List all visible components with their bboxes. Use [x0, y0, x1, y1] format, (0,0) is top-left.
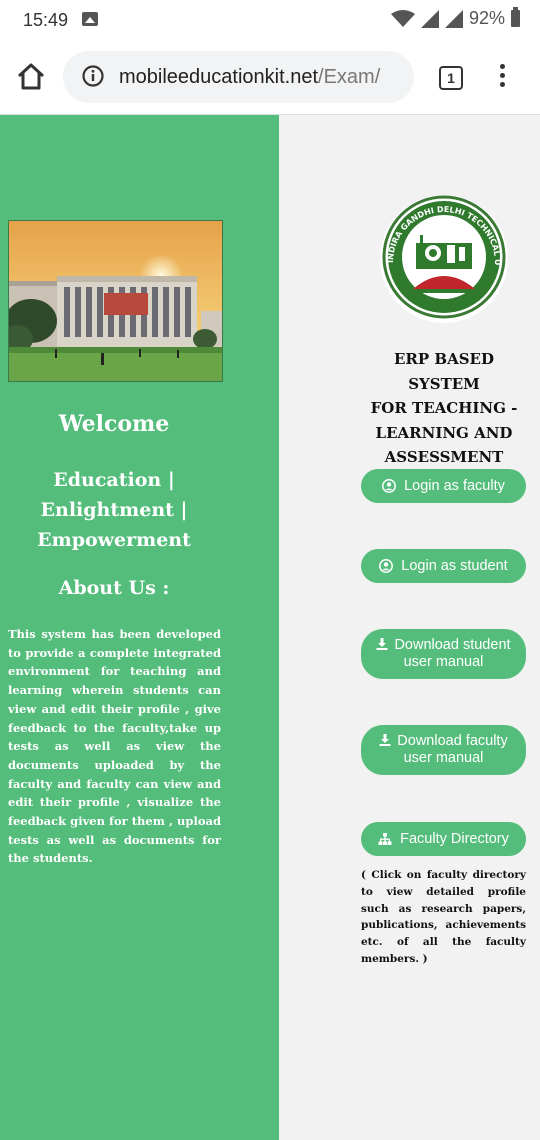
- title-line: LEARNING AND: [375, 423, 513, 442]
- browser-toolbar: mobileeducationkit.net/Exam/ 1: [0, 42, 540, 115]
- download-icon: [376, 638, 388, 650]
- download-student-label-wrap: Download student user manual: [371, 637, 516, 671]
- title-line: FOR TEACHING -: [370, 399, 518, 417]
- motto-line: Empowerment: [37, 529, 191, 551]
- about-us-text: This system has been developed to provid…: [8, 627, 221, 866]
- about-us-heading: About Us :: [58, 577, 170, 599]
- download-student-label: Download student user manual: [394, 637, 511, 670]
- faculty-directory-label: Faculty Directory: [400, 830, 509, 847]
- welcome-heading: Welcome: [58, 411, 170, 437]
- motto: Education | Enlightment | Empowerment: [0, 465, 228, 555]
- faculty-directory-button[interactable]: Faculty Directory: [361, 822, 526, 856]
- tab-switcher-icon[interactable]: 1: [439, 66, 463, 90]
- wifi-icon: [390, 9, 415, 27]
- download-faculty-label-wrap: Download faculty user manual: [371, 733, 516, 767]
- motto-line: Education |: [53, 469, 175, 491]
- login-student-button[interactable]: Login as student: [361, 549, 526, 583]
- login-faculty-button[interactable]: Login as faculty: [361, 469, 526, 503]
- signal-icon: [444, 9, 463, 28]
- url-text: mobileeducationkit.net/Exam/: [119, 66, 380, 89]
- battery-icon: [511, 7, 520, 27]
- status-time: 15:49: [23, 10, 69, 30]
- url-host: mobileeducationkit.net: [119, 66, 319, 88]
- user-circle-icon: [379, 559, 394, 573]
- status-right: 92%: [390, 7, 520, 29]
- image-icon: [82, 12, 98, 26]
- url-path: /Exam/: [318, 66, 381, 88]
- system-title: ERP BASED SYSTEM FOR TEACHING - LEARNING…: [359, 347, 529, 470]
- motto-line: Enlightment |: [40, 499, 188, 521]
- info-icon[interactable]: [82, 65, 104, 87]
- university-logo: INDIRA GANDHI DELHI TECHNICAL UNIVERSITY…: [373, 193, 508, 323]
- faculty-directory-note: ( Click on faculty directory to view det…: [361, 869, 526, 965]
- campus-building-image: [8, 220, 223, 382]
- download-icon: [379, 734, 391, 746]
- user-circle-icon: [382, 479, 397, 493]
- login-faculty-label: Login as faculty: [404, 477, 505, 494]
- title-line: ERP BASED SYSTEM: [394, 350, 494, 393]
- address-bar[interactable]: mobileeducationkit.net/Exam/: [63, 51, 414, 103]
- status-bar: 15:49 92%: [0, 0, 540, 42]
- sitemap-icon: [378, 833, 392, 845]
- left-panel: Welcome Education | Enlightment | Empowe…: [0, 115, 279, 1140]
- right-panel: INDIRA GANDHI DELHI TECHNICAL UNIVERSITY…: [279, 115, 540, 1140]
- home-icon[interactable]: [14, 60, 48, 94]
- title-line: ASSESSMENT: [384, 448, 504, 466]
- signal-icon: [420, 9, 439, 28]
- login-student-label: Login as student: [401, 557, 508, 574]
- download-faculty-manual-button[interactable]: Download faculty user manual: [361, 725, 526, 775]
- more-vert-icon[interactable]: [496, 64, 508, 92]
- battery-percent: 92%: [468, 8, 505, 28]
- download-faculty-label: Download faculty user manual: [397, 733, 508, 766]
- download-student-manual-button[interactable]: Download student user manual: [361, 629, 526, 679]
